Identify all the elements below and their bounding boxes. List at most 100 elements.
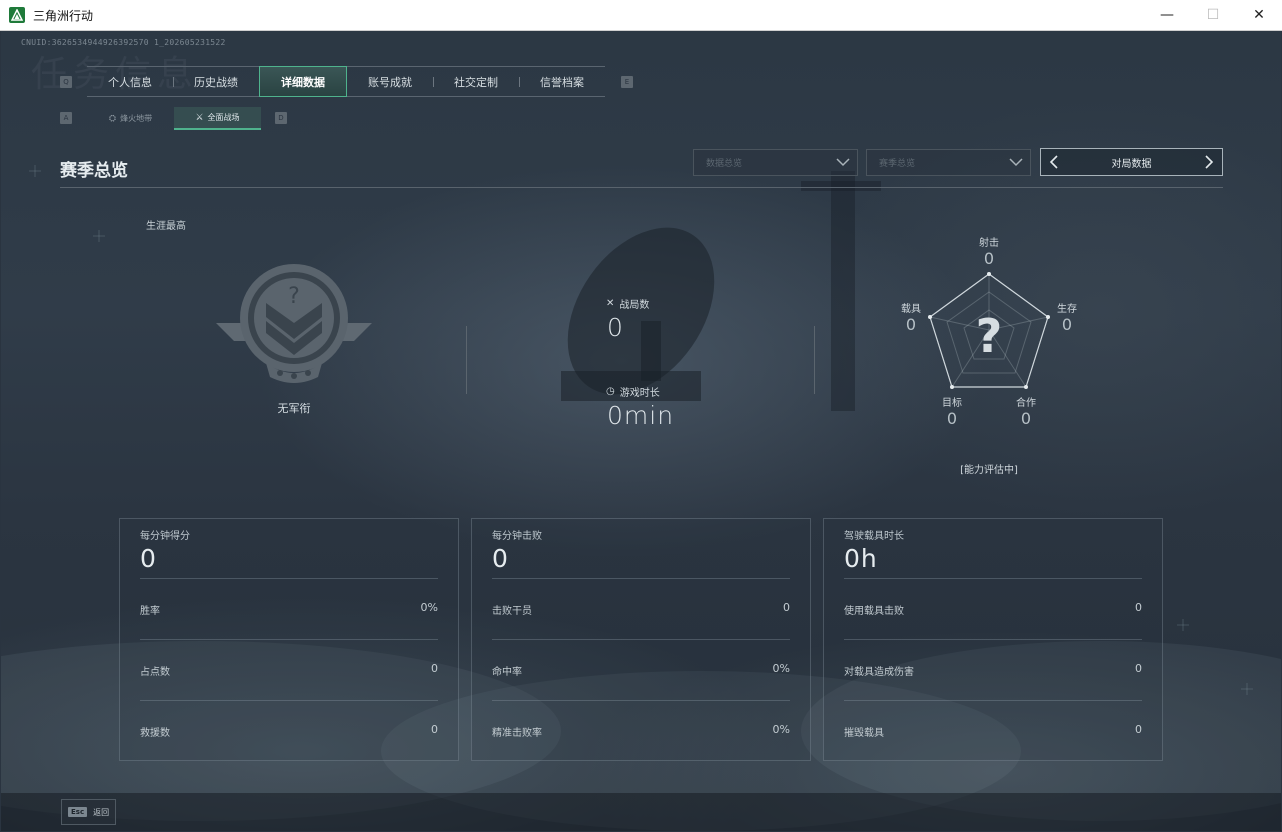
rank-name: 无军衔	[277, 402, 311, 415]
card-row-label: 命中率	[492, 667, 522, 678]
card-row-value: 0%	[772, 723, 790, 736]
rank-symbol: ?	[288, 284, 300, 309]
app-logo-icon	[9, 7, 25, 23]
radar-label-teamwork: 合作	[1016, 398, 1036, 409]
card-row: 对载具造成伤害 0	[844, 639, 1142, 700]
card-row-value: 0	[431, 723, 438, 736]
card-main-value: 0h	[844, 544, 878, 573]
card-row-value: 0	[431, 662, 438, 675]
close-button[interactable]: ✕	[1236, 0, 1282, 31]
card-row: 胜率 0%	[140, 578, 438, 639]
card-row-label: 摧毁载具	[844, 728, 884, 739]
data-overview-dropdown-value: 数据总览	[706, 159, 743, 169]
mode-tab-bar: ⛭ 烽火地带 ⚔ 全面战场	[87, 107, 261, 130]
maximize-button[interactable]: ☐	[1190, 0, 1236, 31]
esc-key-hint: Esc	[68, 807, 88, 817]
card-row-label: 精准击败率	[492, 728, 542, 739]
chevron-down-icon	[1009, 158, 1023, 167]
playtime-label-text: 游戏时长	[619, 388, 660, 399]
card-row-value: 0	[1135, 662, 1142, 675]
card-row: 救援数 0	[140, 700, 438, 761]
radar-value-survival: 0	[1061, 315, 1073, 334]
radar-value-vehicle: 0	[905, 315, 917, 334]
radar-value-shooting: 0	[983, 249, 995, 268]
back-button-label: 返回	[93, 807, 110, 817]
pager-label: 对局数据	[1111, 158, 1152, 170]
card-row: 摧毁载具 0	[844, 700, 1142, 761]
card-row-label: 胜率	[140, 606, 160, 617]
chevron-right-icon[interactable]	[1202, 154, 1216, 170]
radar-label-objective: 目标	[942, 398, 962, 409]
card-title: 每分钟得分	[140, 531, 190, 542]
bottom-bar: Esc 返回	[1, 793, 1281, 831]
matches-value: 0	[607, 313, 624, 342]
card-row-label: 对载具造成伤害	[844, 667, 914, 678]
tab-match-history[interactable]: 历史战绩	[173, 67, 259, 96]
matches-label-text: 战局数	[619, 300, 650, 311]
card-main-value: 0	[492, 544, 509, 573]
card-row: 击败干员 0	[492, 578, 790, 639]
tab-hazard-zone[interactable]: ⛭ 烽火地带	[87, 107, 174, 130]
card-main-value: 0	[140, 544, 157, 573]
radar-label-shooting: 射击	[979, 238, 999, 249]
tab-hazard-zone-label: 烽火地带	[120, 114, 153, 123]
next-tab-key: E	[621, 76, 633, 88]
tab-full-battlefield[interactable]: ⚔ 全面战场	[174, 107, 261, 130]
radar-label-survival: 生存	[1057, 304, 1077, 315]
chevron-left-icon[interactable]	[1047, 154, 1061, 170]
prev-subtab-key: A	[60, 112, 72, 124]
battlefield-icon: ⚔	[195, 112, 204, 123]
card-row-value: 0	[1135, 601, 1142, 614]
column-divider	[814, 326, 815, 394]
column-divider	[466, 326, 467, 394]
user-id: CNUID:3626534944926392570 1_202605231522	[21, 38, 226, 47]
ability-status: [能力评估中]	[960, 465, 1018, 476]
tab-achievements[interactable]: 账号成就	[347, 67, 433, 96]
match-data-pager: 对局数据	[1040, 148, 1223, 176]
game-viewport: 任务信息 CNUID:3626534944926392570 1_2026052…	[1, 31, 1281, 831]
stat-card-vehicle: 驾驶载具时长 0h 使用载具击败 0 对载具造成伤害 0 摧毁载具 0	[823, 518, 1163, 761]
card-row: 精准击败率 0%	[492, 700, 790, 761]
crossed-swords-icon: ✕	[606, 298, 615, 309]
tab-detailed-data[interactable]: 详细数据	[259, 66, 347, 97]
stat-card-score: 每分钟得分 0 胜率 0% 占点数 0 救援数 0	[119, 518, 459, 761]
radar-label-vehicle: 载具	[901, 304, 921, 315]
radar-value-objective: 0	[946, 409, 958, 428]
card-row-value: 0%	[420, 601, 438, 614]
stat-card-kills: 每分钟击败 0 击败干员 0 命中率 0% 精准击败率 0%	[471, 518, 811, 761]
next-subtab-key: D	[275, 112, 287, 124]
tab-personal-info[interactable]: 个人信息	[87, 67, 173, 96]
season-dropdown-value: 赛季总览	[879, 159, 916, 169]
main-tab-bar: 个人信息 历史战绩 详细数据 账号成就 社交定制 信誉档案	[87, 66, 605, 97]
section-title: 赛季总览	[60, 161, 128, 181]
card-row: 使用载具击败 0	[844, 578, 1142, 639]
data-overview-dropdown[interactable]: 数据总览	[693, 149, 858, 176]
section-divider	[60, 187, 1223, 188]
prev-tab-key: Q	[60, 76, 72, 88]
playtime-value: 0min	[607, 401, 675, 430]
card-title: 驾驶载具时长	[844, 531, 904, 542]
radar-value-teamwork: 0	[1020, 409, 1032, 428]
window-title: 三角洲行动	[33, 8, 94, 23]
card-row-label: 击败干员	[492, 606, 532, 617]
tab-credit-record[interactable]: 信誉档案	[519, 67, 605, 96]
playtime-label: ◷ 游戏时长	[606, 384, 660, 399]
chevron-down-icon	[836, 158, 850, 167]
season-dropdown[interactable]: 赛季总览	[866, 149, 1031, 176]
window-titlebar: 三角洲行动 — ☐ ✕	[0, 0, 1282, 31]
matches-label: ✕ 战局数	[606, 296, 649, 311]
hazard-icon: ⛭	[108, 113, 117, 124]
card-row-value: 0	[1135, 723, 1142, 736]
career-best-label: 生涯最高	[146, 221, 186, 232]
card-row-label: 占点数	[140, 667, 170, 678]
clock-icon: ◷	[606, 386, 615, 397]
card-row: 占点数 0	[140, 639, 438, 700]
rank-emblem-icon: ?	[216, 264, 372, 383]
back-button[interactable]: Esc 返回	[61, 799, 116, 825]
card-row-label: 救援数	[140, 728, 170, 739]
tab-social-custom[interactable]: 社交定制	[433, 67, 519, 96]
minimize-button[interactable]: —	[1144, 0, 1190, 31]
tab-full-battlefield-label: 全面战场	[207, 113, 240, 122]
unknown-ability-symbol: ?	[976, 309, 1003, 363]
card-row: 命中率 0%	[492, 639, 790, 700]
